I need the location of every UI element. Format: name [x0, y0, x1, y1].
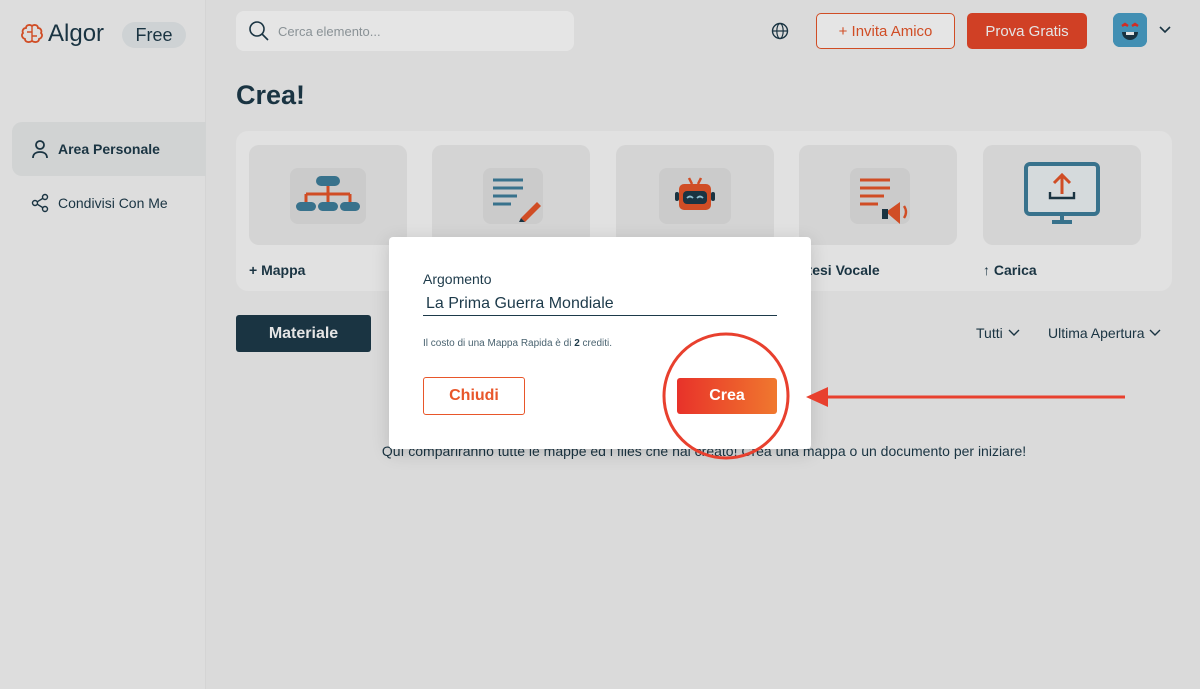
topic-label: Argomento	[423, 271, 492, 287]
create-button[interactable]: Crea	[677, 378, 777, 414]
create-map-dialog: Argomento Il costo di una Mappa Rapida è…	[389, 237, 811, 449]
close-button[interactable]: Chiudi	[423, 377, 525, 415]
cost-note: Il costo di una Mappa Rapida è di 2 cred…	[423, 338, 613, 349]
topic-input[interactable]	[423, 292, 777, 316]
